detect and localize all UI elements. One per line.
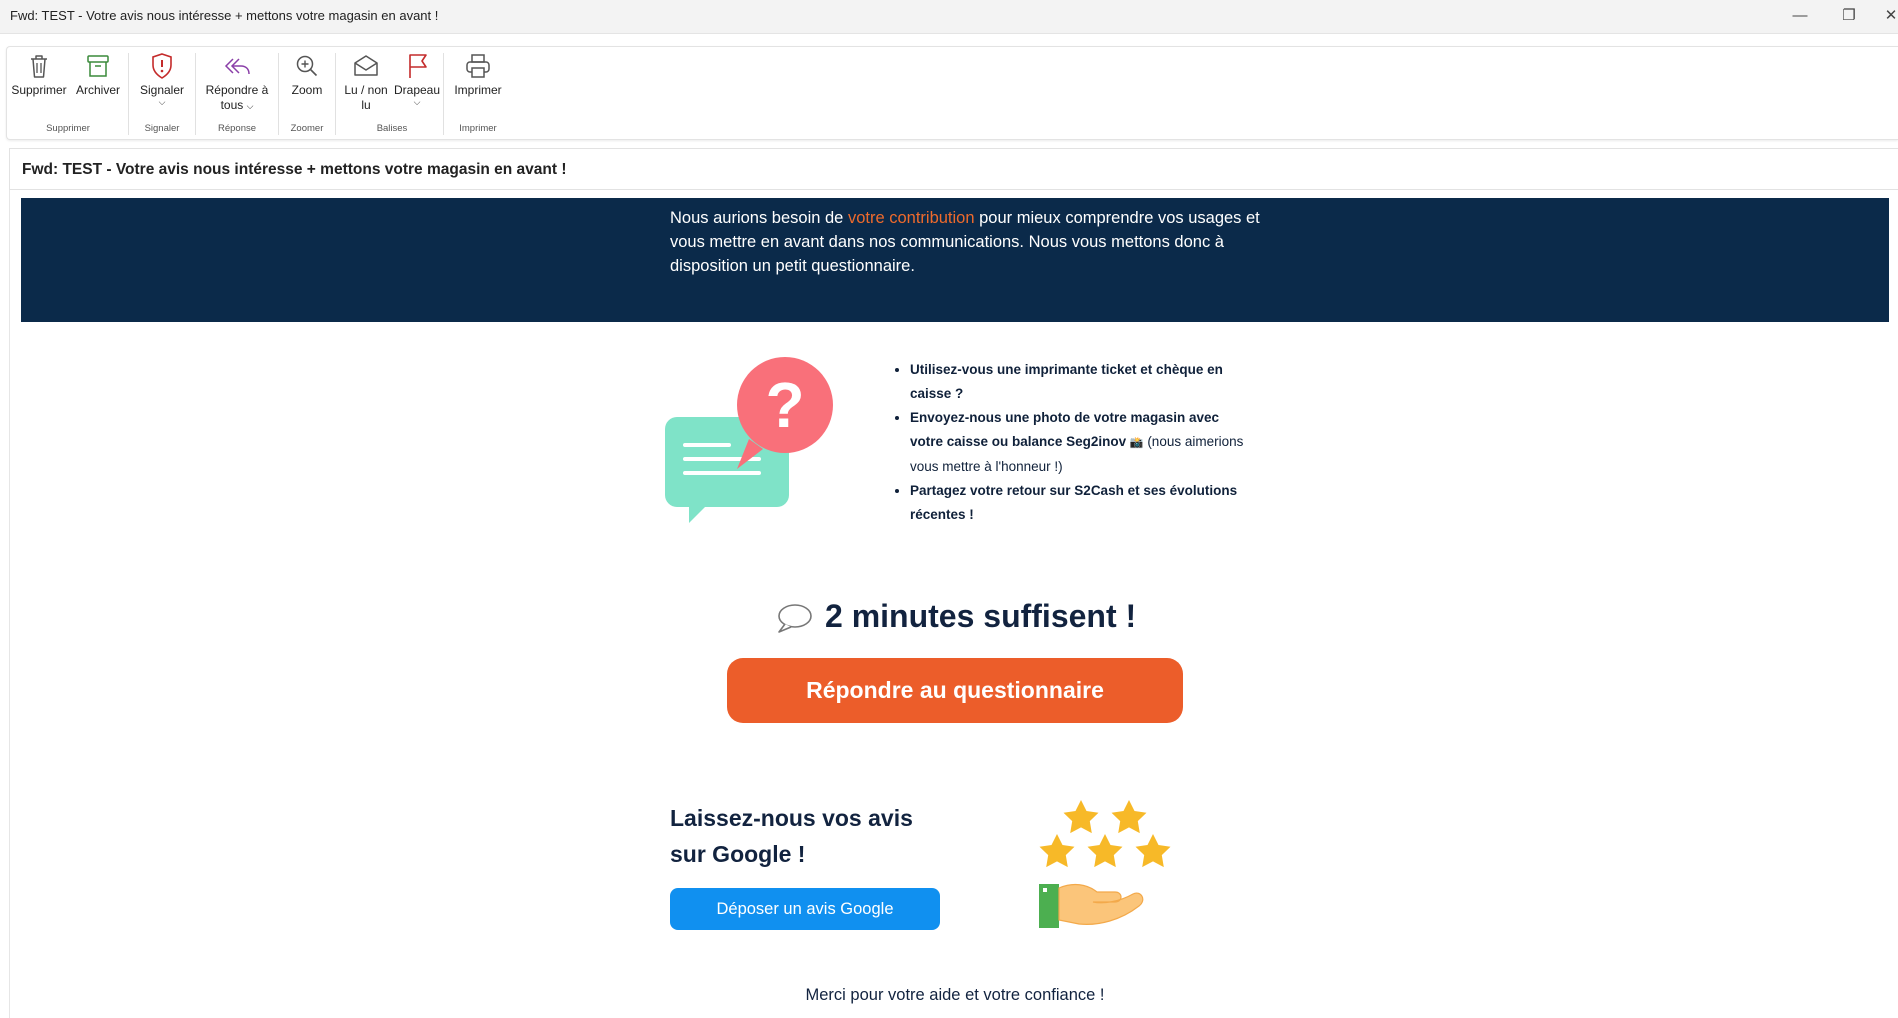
print-label: Imprimer xyxy=(454,83,502,97)
group-label-zoom: Zoomer xyxy=(290,123,324,134)
survey-cta-button[interactable]: Répondre au questionnaire xyxy=(727,658,1183,723)
window-title: Fwd: TEST - Votre avis nous intéresse + … xyxy=(10,8,439,23)
group-label-print: Imprimer xyxy=(459,123,497,134)
flag-label: Drapeau xyxy=(393,83,441,97)
read-unread-label-line2: lu xyxy=(361,98,371,112)
group-label-reply: Réponse xyxy=(217,123,257,134)
zoom-label: Zoom xyxy=(291,83,323,97)
report-button[interactable]: Signaler ⌵ xyxy=(133,51,191,107)
zoom-button[interactable]: Zoom xyxy=(283,51,331,98)
archive-button[interactable]: Archiver xyxy=(71,51,125,98)
read-unread-label-line1: Lu / non xyxy=(344,83,388,97)
thanks-text: Merci pour votre aide et votre confiance… xyxy=(805,986,1105,1004)
zoom-in-icon xyxy=(296,55,318,77)
print-button[interactable]: Imprimer xyxy=(448,51,508,98)
close-button[interactable]: ✕ xyxy=(1880,5,1898,27)
list-item: Envoyez-nous une photo de votre magasin … xyxy=(910,406,1248,479)
group-label-delete: Supprimer xyxy=(46,123,90,134)
chevron-down-icon: ⌵ xyxy=(158,97,166,107)
google-review-heading: Laissez-nous vos avis sur Google ! xyxy=(670,800,970,872)
speech-bubble-icon xyxy=(778,604,812,633)
subject-bar: Fwd: TEST - Votre avis nous intéresse + … xyxy=(9,148,1898,190)
minutes-text: 2 minutes suffisent ! xyxy=(825,598,1137,634)
ribbon-separator xyxy=(195,53,196,135)
reply-all-icon xyxy=(224,58,250,75)
bullet-bold-text: Partagez votre retour sur S2Cash et ses … xyxy=(910,483,1238,522)
group-label-tags: Balises xyxy=(376,123,408,134)
reply-all-button[interactable]: Répondre à tous ⌵ xyxy=(200,51,274,114)
reply-all-label-line1: Répondre à xyxy=(205,83,269,97)
shield-alert-icon xyxy=(152,53,172,79)
ribbon-separator xyxy=(128,53,129,135)
bullet-bold-text: Utilisez-vous une imprimante ticket et c… xyxy=(910,362,1223,401)
group-label-report: Signaler xyxy=(144,123,180,134)
stars-hand-illustration xyxy=(1033,796,1173,941)
google-heading-line2: sur Google ! xyxy=(670,841,806,867)
ribbon-toolbar: Supprimer Archiver Supprimer Signaler ⌵ … xyxy=(6,46,1898,140)
minimize-button[interactable]: — xyxy=(1789,5,1811,27)
question-bullets: Utilisez-vous une imprimante ticket et c… xyxy=(888,358,1248,527)
google-heading-line1: Laissez-nous vos avis xyxy=(670,805,913,831)
reading-pane-border xyxy=(9,190,10,1018)
chevron-down-icon: ⌵ xyxy=(413,97,421,107)
list-item: Partagez votre retour sur S2Cash et ses … xyxy=(910,479,1248,527)
chevron-down-icon: ⌵ xyxy=(246,101,254,111)
intro-paragraph: Nous aurions besoin de votre contributio… xyxy=(670,206,1260,278)
ribbon-separator xyxy=(335,53,336,135)
printer-icon xyxy=(466,54,490,78)
envelope-open-icon xyxy=(354,55,378,76)
archive-label: Archiver xyxy=(75,83,120,97)
message-subject: Fwd: TEST - Votre avis nous intéresse + … xyxy=(22,161,567,178)
intro-text-before: Nous aurions besoin de xyxy=(670,209,848,227)
question-bubbles-illustration: ? xyxy=(665,355,840,530)
delete-button[interactable]: Supprimer xyxy=(11,51,67,98)
list-item: Utilisez-vous une imprimante ticket et c… xyxy=(910,358,1248,406)
report-label: Signaler xyxy=(139,83,185,97)
restore-button[interactable]: ❐ xyxy=(1838,5,1860,27)
camera-emoji-icon: 📸 xyxy=(1129,437,1144,449)
delete-label: Supprimer xyxy=(11,83,67,97)
intro-banner: Nous aurions besoin de votre contributio… xyxy=(21,198,1889,322)
ribbon-separator xyxy=(278,53,279,135)
trash-icon xyxy=(31,55,47,78)
reply-all-label-line2: tous xyxy=(220,98,244,112)
thanks-text-row: Merci pour votre aide et votre confiance… xyxy=(0,986,1898,1005)
read-unread-button[interactable]: Lu / non lu xyxy=(339,51,393,113)
intro-highlight: votre contribution xyxy=(847,209,975,227)
ribbon-separator xyxy=(443,53,444,135)
title-bar: Fwd: TEST - Votre avis nous intéresse + … xyxy=(0,0,1898,34)
svg-text:?: ? xyxy=(765,369,804,441)
archive-icon xyxy=(87,55,109,77)
flag-icon xyxy=(409,54,427,78)
google-review-button[interactable]: Déposer un avis Google xyxy=(670,888,940,930)
flag-button[interactable]: Drapeau ⌵ xyxy=(389,51,445,107)
